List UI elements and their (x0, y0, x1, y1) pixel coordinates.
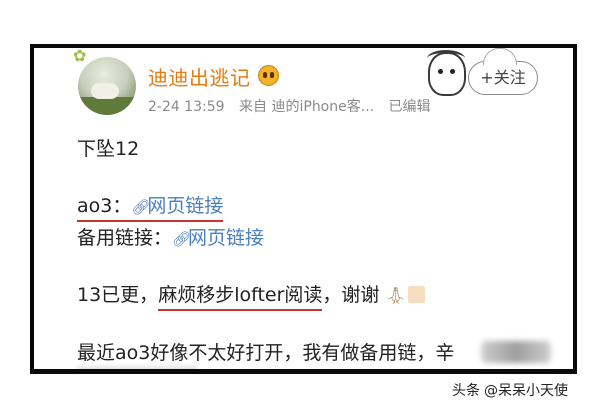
avatar[interactable] (78, 57, 136, 115)
watermark-platform: 头条 (452, 383, 480, 399)
ao3-label: ao3： (77, 195, 132, 217)
sprout-decoration-icon: ✿ (73, 46, 87, 65)
emoji-square-icon (407, 286, 425, 303)
post-line-ao3: ao3：🔗︎网页链接 (77, 191, 224, 222)
link-chain-icon: 🔗︎ (172, 230, 192, 248)
post-edited-label: 已编辑 (388, 99, 431, 115)
avatar-grass (78, 97, 136, 115)
link-chain-icon: 🔗︎ (131, 198, 151, 216)
follow-button-label: +关注 (480, 68, 526, 87)
update-suffix: ，谢谢 (322, 284, 380, 306)
cut-off-text (77, 366, 197, 369)
update-highlight: 麻烦移步lofter阅读 (158, 284, 323, 311)
post-line-update: 13已更，麻烦移步lofter阅读，谢谢 🙏︎ (77, 280, 425, 311)
post-line-backup: 备用链接：🔗︎网页链接 (77, 223, 264, 250)
avatar-sheep (91, 83, 119, 99)
ao3-link[interactable]: 🔗︎网页链接 (131, 195, 223, 217)
praying-hands-icon: 🙏︎ (385, 286, 406, 305)
blurred-text (481, 341, 551, 363)
post-meta: 2-24 13:59 来自 迪的iPhone客... 已编辑 (148, 96, 441, 116)
post-source: 来自 迪的iPhone客... (239, 99, 375, 115)
backup-label: 备用链接： (77, 227, 173, 249)
post-line-1: 下坠12 (77, 138, 140, 160)
ao3-link-text: 网页链接 (147, 195, 224, 217)
username[interactable]: 迪迪出逃记 (148, 62, 251, 91)
update-prefix: 13已更， (77, 284, 159, 306)
screenshot-frame: ✿ 迪迪出逃记 2-24 13:59 来自 迪的iPhone客... 已编辑 +… (30, 44, 577, 374)
decorative-face-icon (427, 50, 466, 96)
emoji-badge-icon (258, 65, 279, 86)
post-timestamp: 2-24 13:59 (148, 99, 225, 115)
watermark-handle: @呆呆小天使 (484, 383, 568, 399)
watermark: 头条 @呆呆小天使 (452, 380, 568, 400)
backup-link-text: 网页链接 (188, 227, 265, 249)
follow-button[interactable]: +关注 (468, 48, 538, 95)
ao3-underlined: ao3：🔗︎网页链接 (77, 195, 224, 222)
post-line-5: 最近ao3好像不太好打开，我有做备用链，辛 (77, 342, 455, 364)
backup-link[interactable]: 🔗︎网页链接 (172, 227, 264, 249)
